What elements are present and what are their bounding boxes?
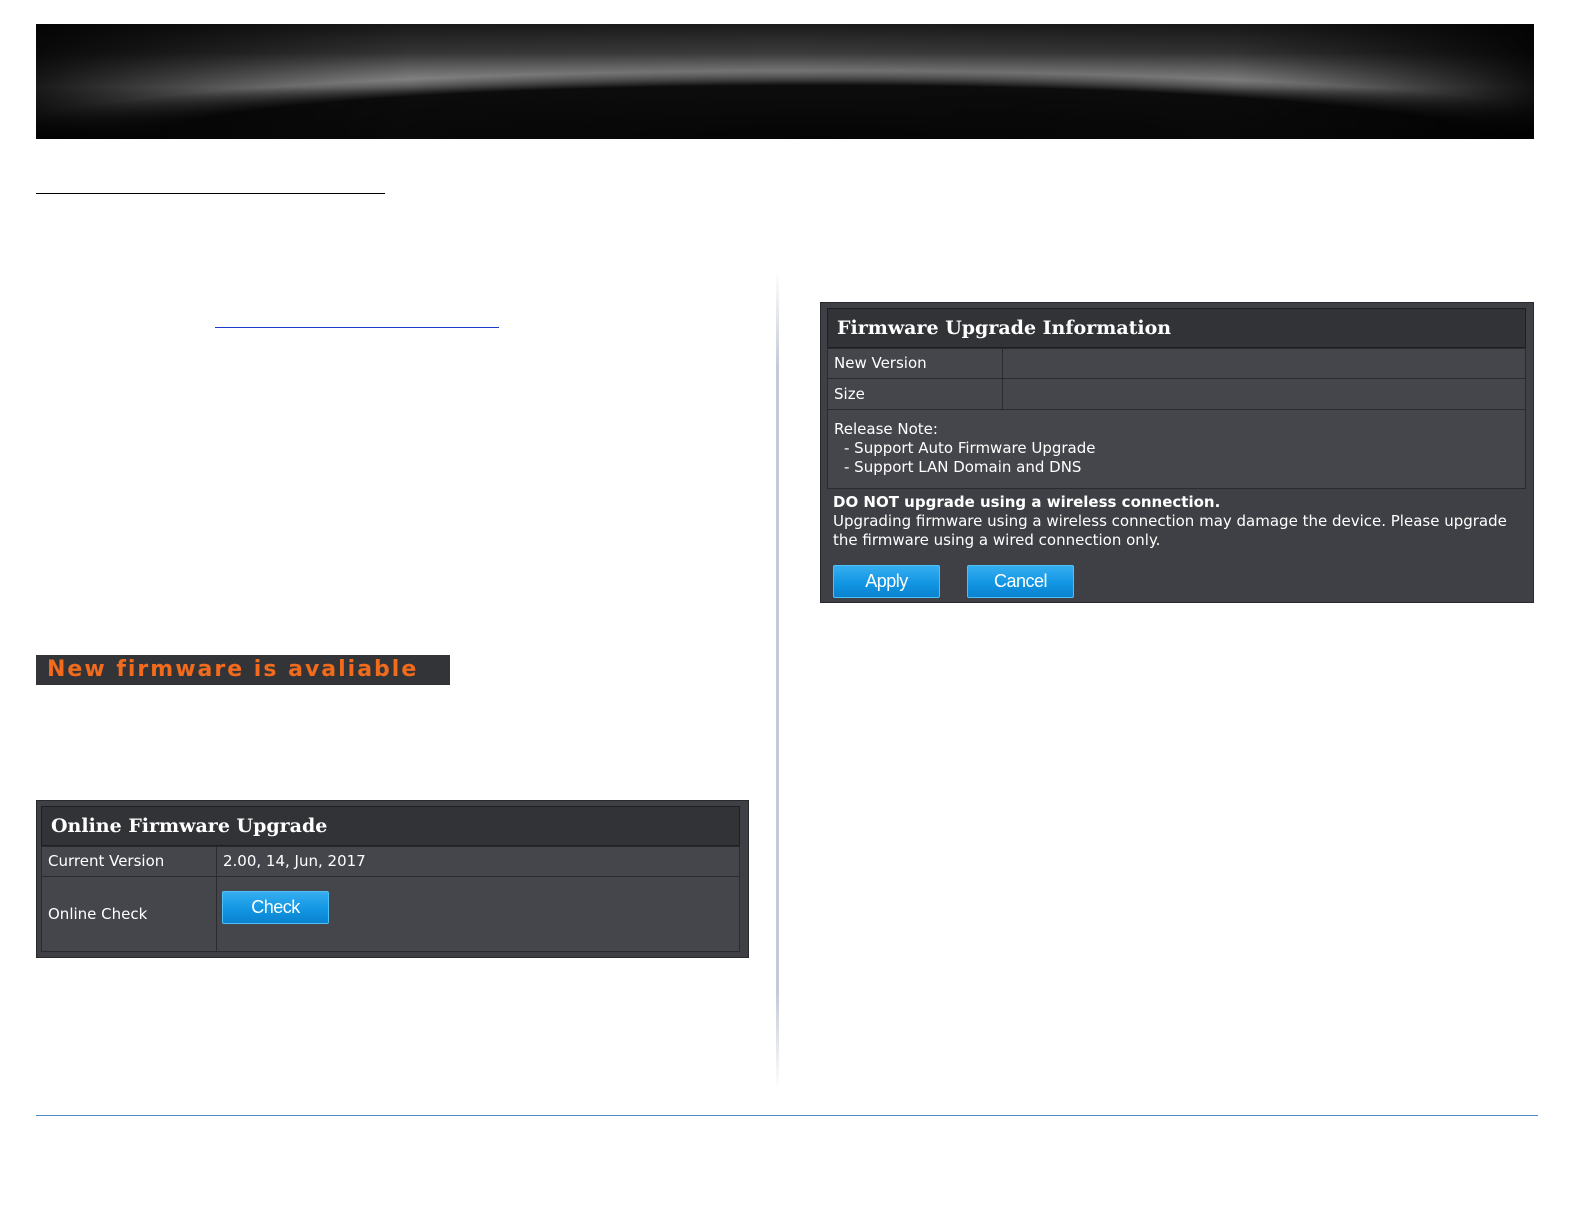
release-notes: Release Note: - Support Auto Firmware Up… bbox=[827, 409, 1526, 489]
column-divider bbox=[776, 270, 779, 1090]
panel-title: Firmware Upgrade Information bbox=[827, 308, 1526, 348]
link-underline[interactable] bbox=[215, 327, 499, 328]
size-value bbox=[1002, 378, 1526, 410]
size-label: Size bbox=[827, 378, 1003, 410]
panel-title: Online Firmware Upgrade bbox=[41, 806, 740, 846]
online-firmware-upgrade-panel: Online Firmware Upgrade Current Version … bbox=[36, 800, 749, 958]
check-button[interactable]: Check bbox=[222, 891, 329, 924]
current-version-label: Current Version bbox=[41, 846, 217, 877]
release-note-label: Release Note: bbox=[834, 420, 938, 438]
current-version-value: 2.00, 14, Jun, 2017 bbox=[216, 846, 740, 877]
wireless-warning: DO NOT upgrade using a wireless connecti… bbox=[833, 493, 1523, 550]
new-version-value bbox=[1002, 348, 1526, 379]
footer-rule bbox=[36, 1115, 1538, 1116]
new-version-label: New Version bbox=[827, 348, 1003, 379]
online-check-label: Online Check bbox=[41, 876, 217, 952]
release-note-item: - Support Auto Firmware Upgrade bbox=[844, 439, 1096, 457]
new-firmware-notice: New firmware is avaliable bbox=[36, 655, 450, 685]
header-banner bbox=[36, 24, 1534, 139]
apply-button[interactable]: Apply bbox=[833, 565, 940, 598]
warning-title: DO NOT upgrade using a wireless connecti… bbox=[833, 493, 1221, 511]
warning-text: Upgrading firmware using a wireless conn… bbox=[833, 512, 1507, 549]
section-title-underline bbox=[36, 193, 385, 194]
cancel-button[interactable]: Cancel bbox=[967, 565, 1074, 598]
release-note-item: - Support LAN Domain and DNS bbox=[844, 458, 1082, 476]
firmware-upgrade-info-panel: Firmware Upgrade Information New Version… bbox=[820, 302, 1534, 603]
